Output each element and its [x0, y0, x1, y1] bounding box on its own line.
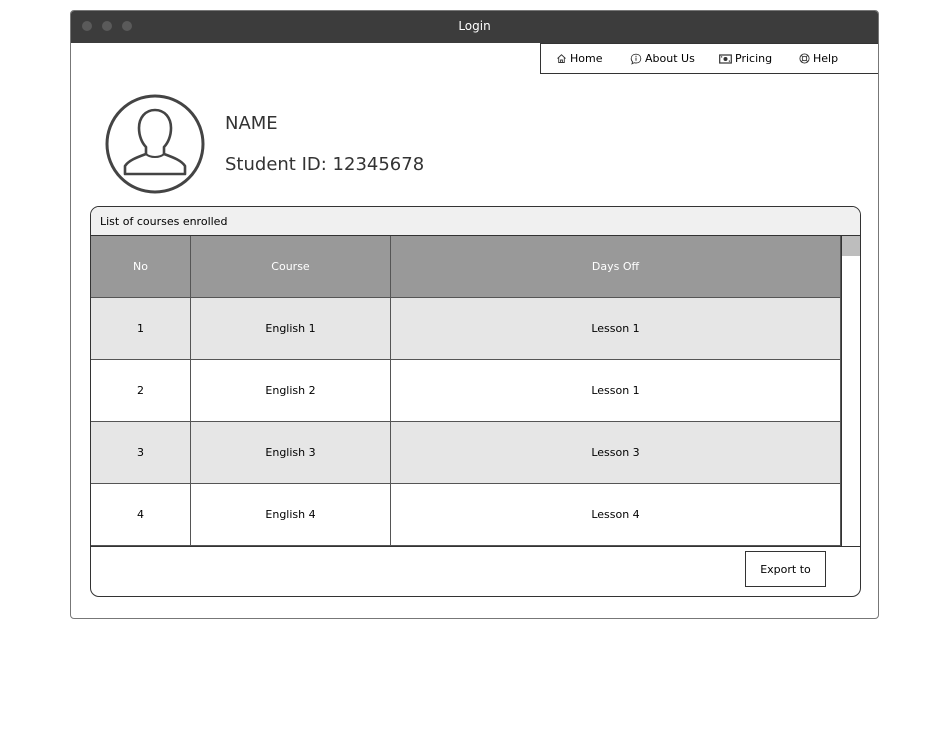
- money-icon: [719, 53, 732, 64]
- courses-panel-header: List of courses enrolled: [91, 207, 860, 236]
- nav-item-label: About Us: [645, 52, 695, 65]
- courses-panel-title: List of courses enrolled: [100, 215, 228, 228]
- help-icon: [799, 53, 810, 64]
- cell-no: 2: [91, 360, 191, 421]
- table-row[interactable]: 3 English 3 Lesson 3: [91, 422, 841, 484]
- cell-days-off: Lesson 1: [391, 298, 841, 359]
- app-window: Login Home About Us Pricing Help NAME St…: [70, 10, 879, 619]
- home-icon: [556, 53, 567, 64]
- info-icon: [630, 53, 642, 65]
- nav-item-pricing[interactable]: Pricing: [719, 52, 772, 65]
- table-bottom-divider: [91, 546, 860, 547]
- column-header-course[interactable]: Course: [191, 236, 391, 297]
- user-avatar-icon: [105, 94, 205, 194]
- cell-course: English 4: [191, 484, 391, 545]
- cell-days-off: Lesson 4: [391, 484, 841, 545]
- top-nav: Home About Us Pricing Help: [540, 43, 878, 74]
- table-scrollbar[interactable]: [841, 236, 860, 546]
- window-title: Login: [458, 19, 491, 33]
- nav-item-label: Home: [570, 52, 603, 65]
- cell-days-off: Lesson 3: [391, 422, 841, 483]
- cell-no: 4: [91, 484, 191, 545]
- table-row[interactable]: 1 English 1 Lesson 1: [91, 298, 841, 360]
- cell-no: 3: [91, 422, 191, 483]
- scrollbar-thumb[interactable]: [842, 236, 860, 256]
- cell-course: English 1: [191, 298, 391, 359]
- nav-item-label: Pricing: [735, 52, 773, 65]
- nav-item-help[interactable]: Help: [799, 52, 838, 65]
- nav-item-home[interactable]: Home: [556, 52, 602, 65]
- student-name: NAME: [225, 113, 278, 134]
- cell-days-off: Lesson 1: [391, 360, 841, 421]
- nav-item-label: Help: [813, 52, 839, 65]
- table-header-row: No Course Days Off: [91, 236, 841, 298]
- student-id: Student ID: 12345678: [225, 154, 425, 175]
- column-header-days-off[interactable]: Days Off: [391, 236, 841, 297]
- cell-course: English 2: [191, 360, 391, 421]
- cell-no: 1: [91, 298, 191, 359]
- nav-item-about-us[interactable]: About Us: [630, 52, 695, 65]
- courses-table: No Course Days Off 1 English 1 Lesson 1 …: [91, 236, 841, 546]
- table-row[interactable]: 2 English 2 Lesson 1: [91, 360, 841, 422]
- column-header-no[interactable]: No: [91, 236, 191, 297]
- export-button[interactable]: Export to: [745, 551, 826, 587]
- cell-course: English 3: [191, 422, 391, 483]
- table-row[interactable]: 4 English 4 Lesson 4: [91, 484, 841, 546]
- title-bar: Login: [71, 11, 878, 43]
- courses-panel: List of courses enrolled No Course Days …: [90, 206, 861, 597]
